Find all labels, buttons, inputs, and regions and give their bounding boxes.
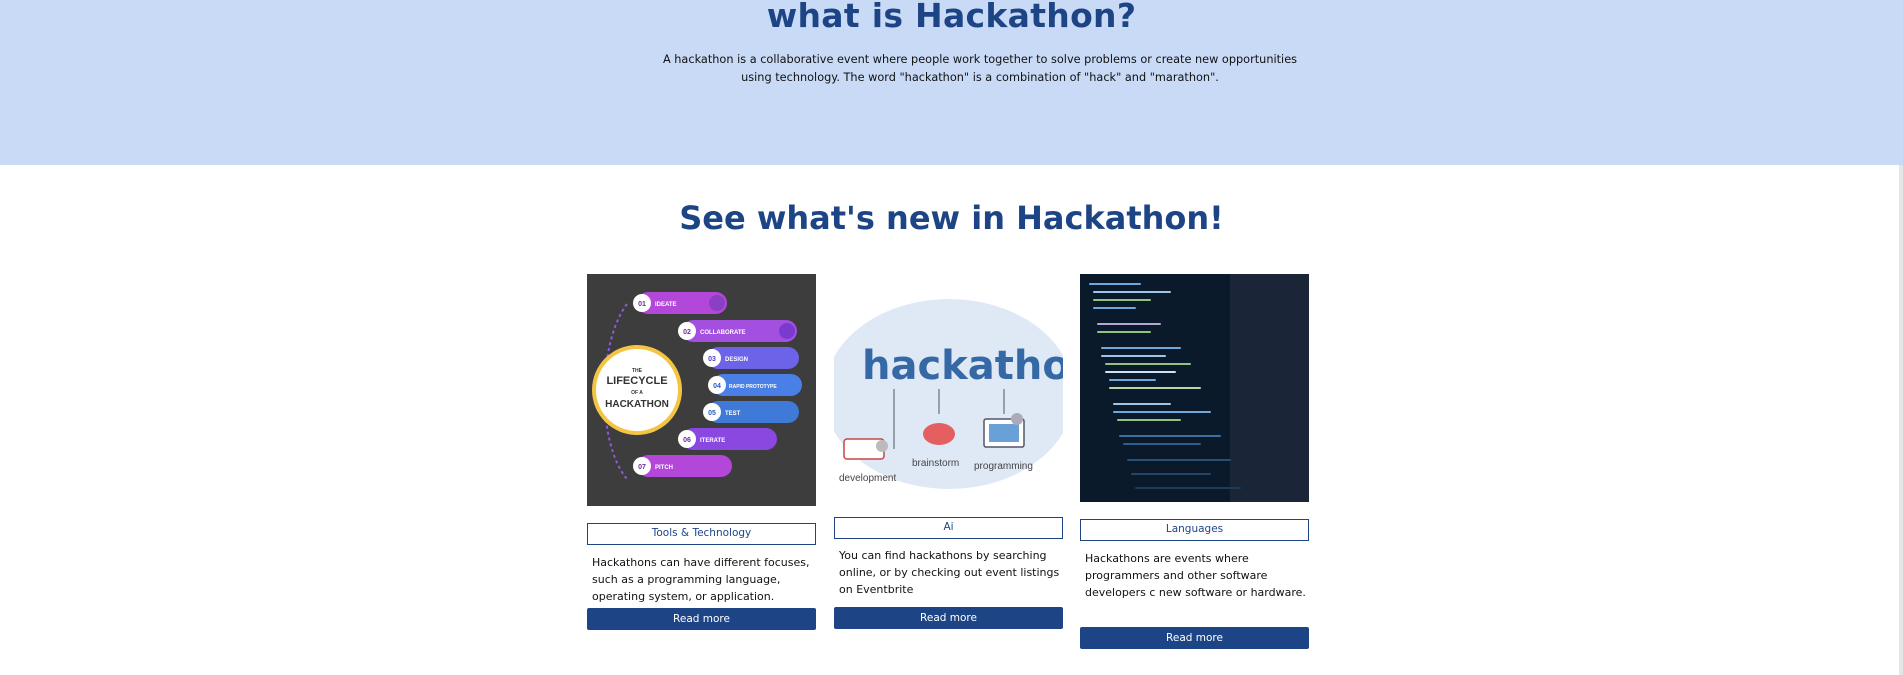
lifecycle-line-4: HACKATHON <box>605 399 669 410</box>
lifecycle-graphic: 01 IDEATE 02 COLLABORATE 03 DESIGN 04 RA… <box>587 274 816 506</box>
lifecycle-line-2: LIFECYCLE <box>606 375 667 387</box>
step-3-label: DESIGN <box>725 357 748 363</box>
lifecycle-image: 01 IDEATE 02 COLLABORATE 03 DESIGN 04 RA… <box>587 274 816 506</box>
step-4-num: 04 <box>713 383 721 390</box>
label-development: development <box>839 473 896 484</box>
lifecycle-line-1: THE <box>632 368 643 374</box>
step-1-num: 01 <box>638 301 646 308</box>
step-6-num: 06 <box>683 437 691 444</box>
step-3-num: 03 <box>708 356 716 363</box>
step-5-label: TEST <box>725 411 741 417</box>
hackathon-word: hackathon <box>862 343 1063 389</box>
news-section-title: See what's new in Hackathon! <box>679 199 1224 237</box>
tag-tools-technology[interactable]: Tools & Technology <box>587 523 816 545</box>
news-card-languages: Languages Hackathons are events where pr… <box>1080 274 1309 654</box>
hero-section: what is Hackathon? A hackathon is a coll… <box>0 0 1903 165</box>
tag-ai[interactable]: Ai <box>834 517 1063 539</box>
step-4-label: RAPID PROTOTYPE <box>729 384 777 390</box>
hero-description: A hackathon is a collaborative event whe… <box>662 53 1298 84</box>
hackathon-word-image: hackathon development brainstorm program… <box>834 274 1063 499</box>
scrollbar[interactable] <box>1899 165 1903 675</box>
hackathon-graphic: hackathon development brainstorm program… <box>834 274 1063 499</box>
hero-title: what is Hackathon? <box>766 0 1137 35</box>
code-screen-image <box>1080 274 1309 502</box>
step-7-num: 07 <box>638 464 646 471</box>
tag-languages[interactable]: Languages <box>1080 519 1309 541</box>
step-5-num: 05 <box>708 410 716 417</box>
news-card-ai: hackathon development brainstorm program… <box>834 274 1063 634</box>
card-text: Hackathons can have different focuses, s… <box>592 556 810 603</box>
card-text: You can find hackathons by searching onl… <box>839 549 1060 596</box>
label-brainstorm: brainstorm <box>912 458 959 469</box>
read-more-button[interactable]: Read more <box>1080 627 1309 649</box>
card-text: Hackathons are events where programmers … <box>1085 552 1306 599</box>
label-programming: programming <box>974 461 1033 472</box>
step-7-label: PITCH <box>655 465 673 471</box>
read-more-button[interactable]: Read more <box>834 607 1063 629</box>
step-2-label: COLLABORATE <box>700 330 746 336</box>
read-more-button[interactable]: Read more <box>587 608 816 630</box>
code-screen-graphic <box>1080 274 1309 502</box>
lifecycle-line-3: OF A <box>631 390 643 396</box>
step-1-label: IDEATE <box>655 302 677 308</box>
step-6-label: ITERATE <box>700 438 725 444</box>
news-card-tools: 01 IDEATE 02 COLLABORATE 03 DESIGN 04 RA… <box>587 274 816 634</box>
step-2-num: 02 <box>683 329 691 336</box>
